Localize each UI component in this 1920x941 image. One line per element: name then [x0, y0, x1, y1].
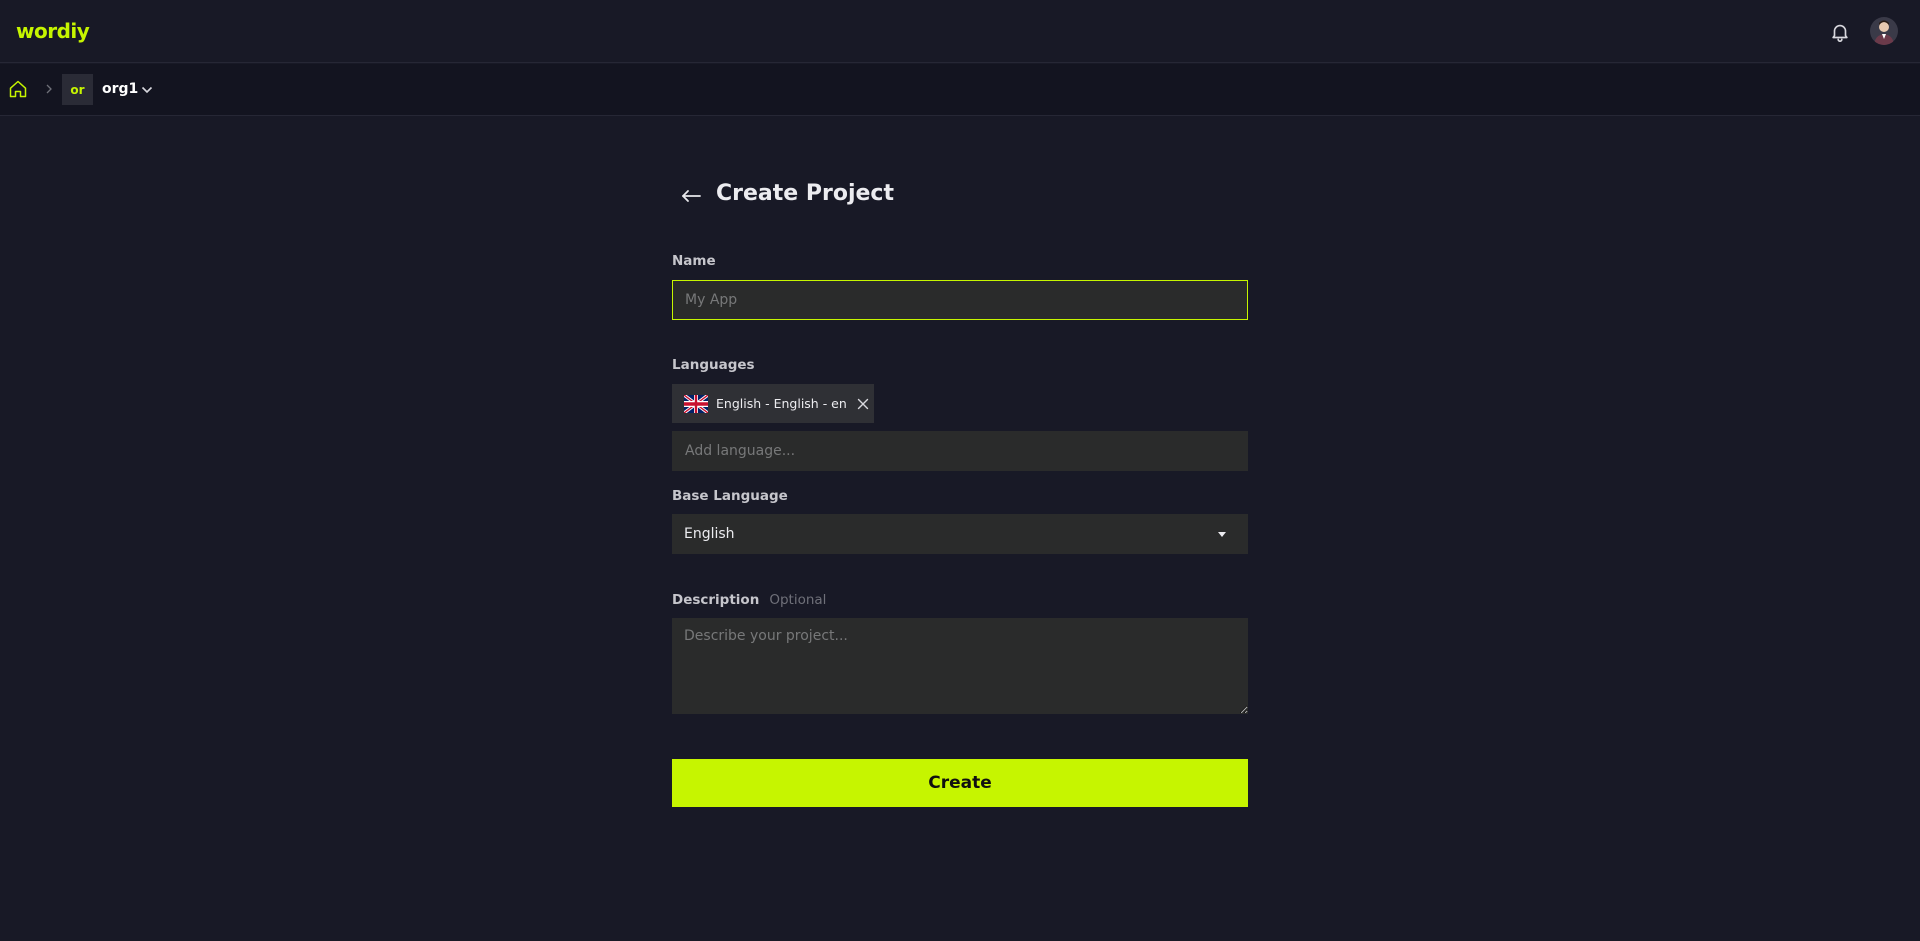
top-bar: wordiy: [0, 0, 1920, 63]
org-badge[interactable]: or: [62, 74, 93, 105]
caret-down-icon: [1218, 531, 1226, 537]
uk-flag-icon: [684, 394, 708, 413]
base-language-label: Base Language: [672, 488, 788, 504]
bell-icon[interactable]: [1829, 21, 1851, 43]
back-arrow-icon[interactable]: [680, 188, 702, 204]
base-language-value: English: [684, 526, 735, 542]
home-icon[interactable]: [8, 79, 28, 99]
user-avatar[interactable]: [1870, 17, 1898, 45]
description-label: Description Optional: [672, 592, 826, 608]
chevron-right-icon: [46, 84, 52, 94]
create-button[interactable]: Create: [672, 759, 1248, 807]
languages-label: Languages: [672, 357, 755, 373]
close-icon[interactable]: [857, 398, 869, 410]
page-title: Create Project: [716, 181, 894, 206]
chevron-down-icon[interactable]: [141, 85, 153, 95]
name-label: Name: [672, 253, 716, 269]
optional-hint: Optional: [769, 592, 827, 608]
language-chip: English - English - en: [672, 384, 874, 423]
language-chip-label: English - English - en: [716, 396, 847, 411]
base-language-select[interactable]: English: [672, 514, 1248, 554]
breadcrumb: or org1: [0, 64, 1920, 116]
name-input[interactable]: [672, 280, 1248, 320]
org-name[interactable]: org1: [102, 81, 138, 97]
app-logo[interactable]: wordiy: [16, 19, 90, 43]
description-textarea[interactable]: [672, 618, 1248, 714]
add-language-input[interactable]: [672, 431, 1248, 471]
description-label-text: Description: [672, 592, 760, 608]
